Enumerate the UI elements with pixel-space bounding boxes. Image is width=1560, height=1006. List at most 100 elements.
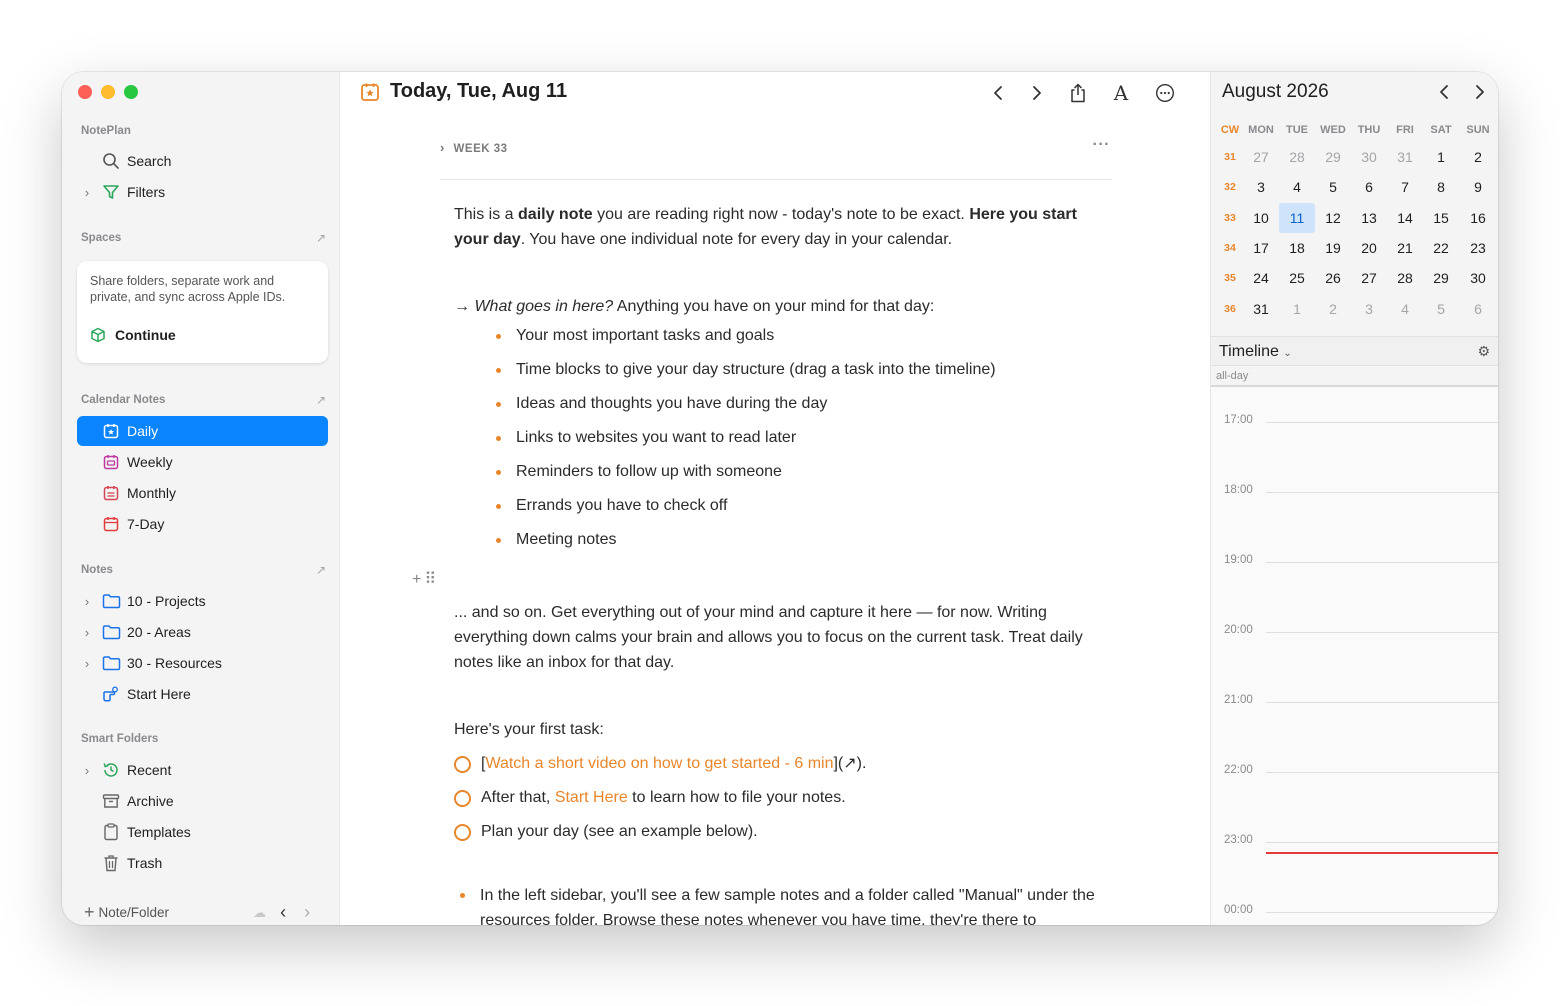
expand-arrow-icon[interactable]: ↗ <box>316 231 326 245</box>
sidebar-item-recent[interactable]: › Recent <box>77 755 328 785</box>
more-icon[interactable]: ··· <box>1093 136 1110 154</box>
sidebar-item-search[interactable]: Search <box>77 146 328 176</box>
calendar-day[interactable]: 31 <box>1387 142 1423 172</box>
sidebar-item-projects[interactable]: › 10 - Projects <box>77 586 328 616</box>
sidebar-item-filters[interactable]: › Filters <box>77 177 328 207</box>
previous-month-button[interactable] <box>1439 84 1449 105</box>
calendar-day[interactable]: 22 <box>1423 233 1459 263</box>
sidebar-item-resources[interactable]: › 30 - Resources <box>77 648 328 678</box>
calendar-day[interactable]: 1 <box>1423 142 1459 172</box>
calendar-day[interactable]: 28 <box>1279 142 1315 172</box>
sidebar-item-start-here[interactable]: Start Here <box>77 679 328 709</box>
calendar-week-number[interactable]: 31 <box>1220 142 1240 172</box>
spaces-continue-button[interactable]: Continue <box>90 327 315 343</box>
calendar-day[interactable]: 30 <box>1351 142 1387 172</box>
calendar-day[interactable]: 11 <box>1279 202 1315 233</box>
calendar-day[interactable]: 27 <box>1351 263 1387 293</box>
zoom-button[interactable] <box>124 85 138 99</box>
calendar-day[interactable]: 4 <box>1387 294 1423 324</box>
calendar-day[interactable]: 2 <box>1315 294 1351 324</box>
sidebar-item-daily[interactable]: Daily <box>77 416 328 446</box>
week-header[interactable]: › WEEK 33 ··· <box>440 136 1110 155</box>
calendar-day[interactable]: 10 <box>1243 203 1279 233</box>
calendar-day[interactable]: 12 <box>1315 203 1351 233</box>
expand-arrow-icon[interactable]: ↗ <box>316 393 326 407</box>
calendar-week-number[interactable]: 35 <box>1220 263 1240 293</box>
minimize-button[interactable] <box>101 85 115 99</box>
calendar-day[interactable]: 4 <box>1279 172 1315 202</box>
calendar-day[interactable]: 21 <box>1387 233 1423 263</box>
close-button[interactable] <box>78 85 92 99</box>
calendar-day[interactable]: 3 <box>1351 294 1387 324</box>
calendar-day[interactable]: 26 <box>1315 263 1351 293</box>
calendar-day[interactable]: 29 <box>1315 142 1351 172</box>
calendar-day[interactable]: 27 <box>1243 142 1279 172</box>
calendar-day[interactable]: 29 <box>1423 263 1459 293</box>
calendar-day[interactable]: 5 <box>1315 172 1351 202</box>
calendar-day[interactable]: 25 <box>1279 263 1315 293</box>
note-content[interactable]: This is a daily note you are reading rig… <box>454 202 1114 925</box>
chevron-right-icon[interactable]: › <box>77 763 97 778</box>
weekday-header: SUN <box>1466 124 1490 136</box>
calendar-day[interactable]: 30 <box>1460 263 1496 293</box>
calendar-day[interactable]: 28 <box>1387 263 1423 293</box>
calendar-day[interactable]: 31 <box>1243 294 1279 324</box>
chevron-right-icon[interactable]: › <box>77 656 97 671</box>
start-here-link[interactable]: Start Here <box>555 789 628 806</box>
expand-arrow-icon[interactable]: ↗ <box>316 563 326 577</box>
timeline-dropdown[interactable]: Timeline ⌄ <box>1219 343 1292 361</box>
calendar-day[interactable]: 8 <box>1423 172 1459 202</box>
add-note-folder-button[interactable]: + Note/Folder <box>84 902 169 923</box>
task-item[interactable]: Plan your day (see an example below). <box>454 815 1114 849</box>
calendar-day[interactable]: 16 <box>1460 203 1496 233</box>
sidebar-item-7-day[interactable]: 7-Day <box>77 509 328 539</box>
calendar-day[interactable]: 13 <box>1351 203 1387 233</box>
calendar-day[interactable]: 24 <box>1243 263 1279 293</box>
calendar-day[interactable]: 3 <box>1243 172 1279 202</box>
more-options-icon[interactable] <box>1154 82 1176 104</box>
calendar-day[interactable]: 19 <box>1315 233 1351 263</box>
sidebar-item-trash[interactable]: Trash <box>77 848 328 878</box>
calendar-week-number[interactable]: 36 <box>1220 294 1240 324</box>
calendar-day[interactable]: 17 <box>1243 233 1279 263</box>
task-item[interactable]: [Watch a short video on how to get start… <box>454 747 1114 781</box>
forward-arrow-icon[interactable]: › <box>304 902 310 923</box>
add-block-handle-icon[interactable]: +⠿ <box>412 569 439 589</box>
chevron-right-icon[interactable]: › <box>77 594 97 609</box>
sidebar-item-areas[interactable]: › 20 - Areas <box>77 617 328 647</box>
calendar-day[interactable]: 23 <box>1460 233 1496 263</box>
sidebar-item-templates[interactable]: Templates <box>77 817 328 847</box>
calendar-week-number[interactable]: 34 <box>1220 233 1240 263</box>
calendar-day[interactable]: 2 <box>1460 142 1496 172</box>
calendar-day[interactable]: 6 <box>1460 294 1496 324</box>
notes-section-label: Notes <box>81 564 113 576</box>
sidebar-item-archive[interactable]: Archive <box>77 786 328 816</box>
calendar-day[interactable]: 9 <box>1460 172 1496 202</box>
font-style-icon[interactable]: A <box>1110 81 1132 105</box>
sidebar-item-weekly[interactable]: Weekly <box>77 447 328 477</box>
task-item[interactable]: After that, Start Here to learn how to f… <box>454 781 1114 815</box>
calendar-day[interactable]: 5 <box>1423 294 1459 324</box>
video-link[interactable]: Watch a short video on how to get starte… <box>485 755 833 772</box>
calendar-week-number[interactable]: 32 <box>1220 172 1240 202</box>
next-month-button[interactable] <box>1475 84 1485 105</box>
next-day-button[interactable] <box>1026 82 1048 104</box>
calendar-day[interactable]: 1 <box>1279 294 1315 324</box>
share-icon[interactable] <box>1067 82 1089 104</box>
chevron-right-icon[interactable]: › <box>77 625 97 640</box>
sidebar-item-monthly[interactable]: Monthly <box>77 478 328 508</box>
gear-icon[interactable]: ⚙ <box>1477 343 1490 360</box>
calendar-day[interactable]: 7 <box>1387 172 1423 202</box>
back-arrow-icon[interactable]: ‹ <box>280 902 286 923</box>
calendar-day[interactable]: 15 <box>1423 203 1459 233</box>
calendar-day[interactable]: 14 <box>1387 203 1423 233</box>
sidebar-item-label: Trash <box>127 855 163 871</box>
calendar-week-number[interactable]: 33 <box>1220 203 1240 233</box>
previous-day-button[interactable] <box>987 82 1009 104</box>
folder-icon <box>97 593 125 609</box>
calendar-day[interactable]: 20 <box>1351 233 1387 263</box>
timeline[interactable]: 17:00 18:00 19:00 20:00 21:00 22:00 23:00 00:00 <box>1211 387 1498 925</box>
calendar-day[interactable]: 18 <box>1279 233 1315 263</box>
chevron-right-icon[interactable]: › <box>77 185 97 200</box>
calendar-day[interactable]: 6 <box>1351 172 1387 202</box>
